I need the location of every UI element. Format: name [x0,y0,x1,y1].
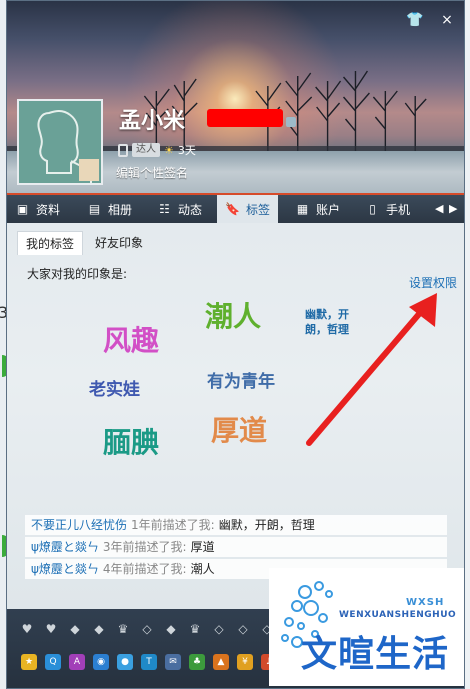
tab-label: 动态 [178,202,203,217]
watermark-latin: WENXUANSHENGHUO [339,610,457,620]
record-tags: 厚道 [190,540,215,554]
scroll-left-arrow-icon[interactable]: ◀ [435,202,443,215]
tab-feed[interactable]: ☷ 动态 [157,195,202,223]
skin-shirt-icon[interactable]: 👕 [406,11,424,29]
window-controls: 👕 × [406,11,456,29]
wallet-app-icon[interactable]: ¥ [237,654,253,670]
diamond-badge-icon[interactable]: ◆ [163,622,179,636]
diamond-badge-icon[interactable]: ◇ [235,622,251,636]
record-time: 4年前描述了我: [102,562,187,576]
scroll-right-arrow-icon[interactable]: ▶ [449,202,457,215]
close-button[interactable]: × [438,11,456,29]
subtab-friend-impressions[interactable]: 好友印象 [87,231,151,255]
mobile-phone-icon: ▯ [369,201,376,216]
heart-badge-icon[interactable]: ♥ [19,622,35,636]
camera-app-icon[interactable]: ◉ [93,654,109,670]
friend-name-link[interactable]: ψ燎靂と燚ㄣ [31,540,99,554]
phone-icon [118,143,128,157]
diamond-badge-icon[interactable]: ◆ [67,622,83,636]
photo-album-icon: ▤ [88,201,101,216]
status-row: 达人 ☀ 3天 [118,142,196,158]
impression-record: ψ燎靂と燚ㄣ 3年前描述了我: 厚道 [25,537,447,557]
redaction-mark [207,109,283,127]
clover-app-icon[interactable]: ♣ [189,654,205,670]
record-tags: 潮人 [190,562,215,576]
tab-label: 相册 [108,202,133,217]
tag-item[interactable]: 腼腆 [103,421,159,461]
record-time: 1年前描述了我: [131,518,215,532]
watermark-pinyin: WXSH [406,597,445,608]
tags-panel: 我的标签 好友印象 大家对我的印象是: 设置权限 风趣 潮人 幽默，开朗，哲理 … [7,223,464,609]
diamond-badge-icon[interactable]: ◆ [91,622,107,636]
level-icon[interactable] [286,117,296,127]
tab-label: 手机 [386,202,411,217]
bookmark-tag-icon: 🔖 [225,201,240,216]
avatar[interactable] [17,99,103,185]
record-time: 3年前描述了我: [102,540,187,554]
app-store-icon[interactable]: A [69,654,85,670]
tab-profile[interactable]: ▣ 资料 [15,195,60,223]
game-app-icon[interactable]: ▲ [213,654,229,670]
heart-badge-icon[interactable]: ♥ [43,622,59,636]
profile-name: 孟小米 [119,109,186,134]
friend-name-link[interactable]: ψ燎靂と燚ㄣ [31,562,99,576]
tag-item[interactable]: 老实娃 [89,375,140,400]
subtab-my-tags[interactable]: 我的标签 [17,231,84,255]
impression-intro: 大家对我的印象是: [27,267,128,281]
diamond-badge-icon[interactable]: ◇ [139,622,155,636]
tag-item[interactable]: 潮人 [205,295,261,335]
sun-icon: ☀ [164,143,174,157]
watermark-chinese: 文暄生活 [301,634,450,675]
impression-record: 不要正儿八经忧伤 1年前描述了我: 幽默，开朗，哲理 [25,515,447,535]
profile-cover: 👕 × 孟小米 达人 ☀ 3天 编辑个性签名 [7,1,464,193]
tab-label: 账户 [316,202,341,217]
tag-item[interactable]: 有为青年 [207,367,275,392]
record-tags: 幽默，开朗，哲理 [218,518,315,532]
avatar-sketch-icon [19,101,101,183]
days-count: 3天 [177,144,196,157]
friend-name-link[interactable]: 不要正儿八经忧伤 [31,518,127,532]
profile-card-icon: ▣ [16,201,29,216]
tab-mobile[interactable]: ▯ 手机 [365,195,410,223]
status-badge: 达人 [132,143,160,157]
diamond-badge-icon[interactable]: ◇ [211,622,227,636]
tab-account[interactable]: ▦ 账户 [295,195,340,223]
tab-album[interactable]: ▤ 相册 [87,195,132,223]
star-app-icon[interactable]: ★ [21,654,37,670]
edit-signature-link[interactable]: 编辑个性签名 [116,164,188,181]
briefcase-icon: ▦ [296,201,309,216]
tab-label: 标签 [246,202,271,217]
mail-app-icon[interactable]: ✉ [165,654,181,670]
tag-item: 厚道 [211,414,268,447]
red-arrow-annotation [306,293,437,446]
crown-badge-icon[interactable]: ♛ [187,622,203,636]
tag-item[interactable]: 风趣 [103,319,159,359]
penguin-app-icon[interactable]: ● [117,654,133,670]
crown-badge-icon[interactable]: ♛ [115,622,131,636]
tab-label: 资料 [36,202,61,217]
tab-tags[interactable]: 🔖 标签 [217,195,279,223]
subtab-bar: 我的标签 好友印象 [17,231,151,255]
qq-app-icon[interactable]: Q [45,654,61,670]
feed-icon: ☷ [159,201,170,216]
tab-bar: ▣ 资料 ▤ 相册 ☷ 动态 🔖 标签 ▦ 账户 ▯ 手机 ◀ ▶ [7,193,464,223]
profile-window: 👕 × 孟小米 达人 ☀ 3天 编辑个性签名 ▣ 资料 ▤ 相册 ☷ 动态 🔖 … [6,0,465,689]
shield-app-icon[interactable]: T [141,654,157,670]
